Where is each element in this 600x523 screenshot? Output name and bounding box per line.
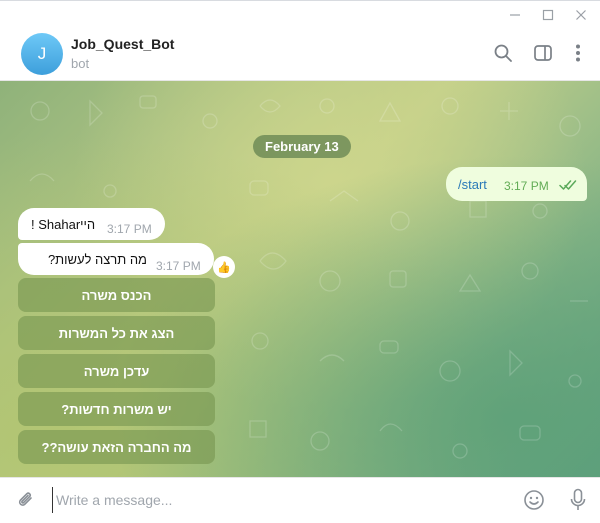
- avatar[interactable]: J: [21, 33, 63, 75]
- sidebar-toggle-button[interactable]: [531, 41, 555, 65]
- sidebar-toggle-icon: [534, 45, 552, 61]
- message-text: ! Shaharהיי: [31, 217, 96, 232]
- keyboard-button-company-info[interactable]: מה החברה הזאת עושה??: [18, 430, 215, 464]
- chat-status: bot: [71, 56, 90, 71]
- incoming-message[interactable]: ! Shaharהיי 3:17 PM: [18, 208, 165, 240]
- more-button[interactable]: [566, 41, 590, 65]
- message-time: 3:17 PM: [156, 259, 201, 273]
- message-text[interactable]: /start: [458, 177, 487, 192]
- incoming-message[interactable]: מה תרצה לעשות? 3:17 PM: [18, 243, 214, 275]
- message-composer: [0, 477, 600, 523]
- keyboard-button-show-all-jobs[interactable]: הצג את כל המשרות: [18, 316, 215, 350]
- emoji-icon: [524, 490, 544, 510]
- microphone-button[interactable]: [566, 487, 590, 513]
- chat-title[interactable]: Job_Quest_Bot: [71, 36, 174, 52]
- double-check-icon: [559, 180, 577, 190]
- message-time: 3:17 PM: [504, 179, 549, 193]
- message-time: 3:17 PM: [107, 222, 152, 236]
- search-button[interactable]: [491, 41, 515, 65]
- chat-header: J Job_Quest_Bot bot: [0, 28, 600, 81]
- more-vertical-icon: [576, 44, 580, 62]
- emoji-button[interactable]: [521, 487, 547, 513]
- keyboard-button-update-job[interactable]: עדכן משרה: [18, 354, 215, 388]
- keyboard-button-new-jobs[interactable]: יש משרות חדשות?: [18, 392, 215, 426]
- keyboard-button-add-job[interactable]: הכנס משרה: [18, 278, 215, 312]
- attach-button[interactable]: [14, 488, 38, 512]
- thumbs-up-reaction[interactable]: 👍: [213, 256, 235, 278]
- maximize-button[interactable]: [533, 1, 563, 29]
- minimize-icon: [510, 14, 520, 16]
- date-separator: February 13: [253, 135, 351, 158]
- message-input[interactable]: [52, 487, 502, 513]
- maximize-icon: [542, 9, 554, 21]
- minimize-button[interactable]: [500, 1, 530, 29]
- paperclip-icon: [18, 492, 32, 506]
- microphone-icon: [570, 488, 586, 510]
- close-icon: [576, 10, 586, 20]
- window-titlebar: [0, 0, 600, 28]
- close-button[interactable]: [566, 1, 596, 29]
- search-icon: [494, 44, 512, 62]
- chat-area[interactable]: February 13 /start 3:17 PM ! Shaharהיי 3…: [0, 81, 600, 477]
- message-text: מה תרצה לעשות?: [47, 252, 147, 267]
- outgoing-message[interactable]: /start 3:17 PM: [446, 167, 587, 201]
